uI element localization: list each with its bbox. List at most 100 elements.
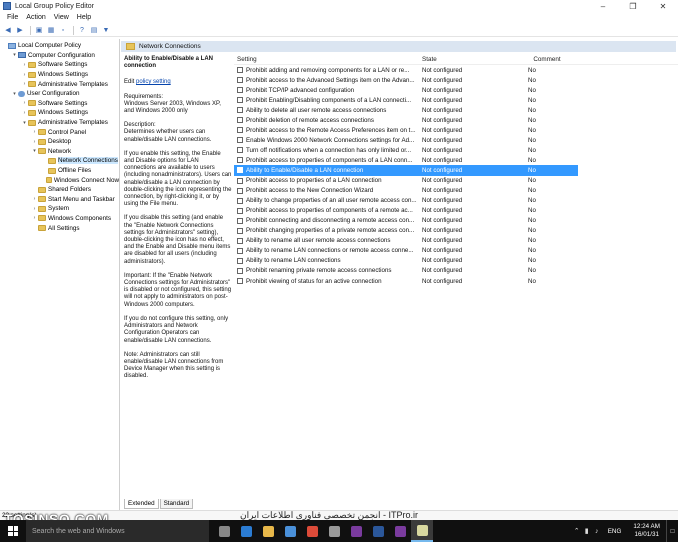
minimize-button[interactable]: –	[588, 0, 618, 12]
column-header-comment[interactable]: Comment	[512, 56, 572, 63]
onenote-icon[interactable]	[345, 520, 367, 542]
tree-item[interactable]: All Settings	[0, 223, 119, 233]
policy-row[interactable]: Turn off notifications when a connection…	[234, 145, 678, 155]
policy-row[interactable]: Prohibit access to properties of a LAN c…	[234, 176, 678, 186]
task-view-icon[interactable]	[213, 520, 235, 542]
policy-row[interactable]: Prohibit access to the Advanced Settings…	[234, 75, 678, 85]
forward-arrow-icon[interactable]: ▶	[15, 25, 25, 35]
expand-chevron-icon[interactable]: ▾	[11, 52, 18, 58]
policy-row[interactable]: Prohibit TCP/IP advanced configuration No…	[234, 85, 678, 95]
policy-row[interactable]: Prohibit renaming private remote access …	[234, 266, 678, 276]
tree-item[interactable]: › Windows Settings	[0, 108, 119, 118]
policy-row[interactable]: Prohibit access to the New Connection Wi…	[234, 186, 678, 196]
expand-chevron-icon[interactable]: ›	[31, 129, 38, 135]
view-tabs: Extended Standard	[124, 499, 194, 509]
up-folder-icon[interactable]: ▣	[34, 25, 44, 35]
tree-item[interactable]: › Desktop	[0, 137, 119, 147]
settings-icon[interactable]	[323, 520, 345, 542]
edit-policy-link[interactable]: policy setting	[136, 79, 171, 85]
column-header-state[interactable]: State	[420, 56, 512, 63]
tree-item[interactable]: › Software Settings	[0, 99, 119, 109]
close-button[interactable]: ✕	[648, 0, 678, 12]
tree-item[interactable]: › Windows Components	[0, 214, 119, 224]
edge-icon[interactable]	[235, 520, 257, 542]
tree-item[interactable]: Shared Folders	[0, 185, 119, 195]
tree-item[interactable]: › Control Panel	[0, 127, 119, 137]
expand-chevron-icon[interactable]: ›	[31, 139, 38, 145]
policy-row[interactable]: Prohibit viewing of status for an active…	[234, 276, 678, 286]
word-icon[interactable]	[367, 520, 389, 542]
export-list-icon[interactable]: ▫	[58, 25, 68, 35]
notifications-icon[interactable]: □	[666, 520, 678, 542]
expand-chevron-icon[interactable]: ›	[21, 110, 28, 116]
chevron-up-icon[interactable]: ⌃	[572, 527, 582, 535]
expand-chevron-icon[interactable]: ›	[21, 81, 28, 87]
tree-item[interactable]: Network Connections	[0, 156, 119, 166]
back-arrow-icon[interactable]: ◀	[3, 25, 13, 35]
tree-item[interactable]: ▾ User Configuration	[0, 89, 119, 99]
policy-row[interactable]: Prohibit access to the Remote Access Pre…	[234, 125, 678, 135]
folder-icon	[38, 186, 46, 193]
menu-view[interactable]: View	[50, 14, 73, 21]
start-button[interactable]	[0, 520, 26, 542]
policy-row[interactable]: Ability to rename all user remote access…	[234, 236, 678, 246]
onenote-icon-2[interactable]	[389, 520, 411, 542]
tree-item[interactable]: Local Computer Policy	[0, 41, 119, 51]
expand-chevron-icon[interactable]: ›	[31, 215, 38, 221]
column-header-setting[interactable]: Setting	[234, 56, 420, 63]
tree-item[interactable]: › Administrative Templates	[0, 79, 119, 89]
policy-row[interactable]: Enable Windows 2000 Network Connections …	[234, 135, 678, 145]
policy-row[interactable]: Ability to change properties of an all u…	[234, 196, 678, 206]
show-hide-tree-icon[interactable]: ▦	[46, 25, 56, 35]
expand-chevron-icon[interactable]: ›	[21, 62, 28, 68]
tab-extended[interactable]: Extended	[124, 499, 159, 509]
expand-chevron-icon[interactable]: ›	[21, 72, 28, 78]
maximize-button[interactable]: ❐	[618, 0, 648, 12]
expand-chevron-icon[interactable]: ›	[31, 196, 38, 202]
tab-standard[interactable]: Standard	[159, 499, 194, 509]
policy-row[interactable]: Prohibit changing properties of a privat…	[234, 226, 678, 236]
taskbar-search-box[interactable]: Search the web and Windows	[26, 520, 209, 542]
policy-row[interactable]: Prohibit access to properties of compone…	[234, 155, 678, 165]
policy-row[interactable]: Ability to rename LAN connections or rem…	[234, 246, 678, 256]
tree-item[interactable]: Windows Connect Now	[0, 175, 119, 185]
tree-item[interactable]: › Software Settings	[0, 60, 119, 70]
policy-row[interactable]: Prohibit deletion of remote access conne…	[234, 115, 678, 125]
properties-icon[interactable]: ▤	[89, 25, 99, 35]
menu-help[interactable]: Help	[73, 14, 95, 21]
volume-icon[interactable]: ♪	[592, 528, 602, 535]
onenote-icon-glyph	[350, 525, 362, 537]
tree-item[interactable]: › Windows Settings	[0, 70, 119, 80]
folder-icon	[38, 138, 46, 145]
expand-chevron-icon[interactable]: ›	[31, 206, 38, 212]
clock[interactable]: 12:24 AM 16/01/31	[627, 523, 666, 539]
language-indicator[interactable]: ENG	[602, 528, 628, 535]
policy-setting-icon	[237, 187, 243, 194]
expand-chevron-icon[interactable]: ▾	[31, 148, 38, 154]
policy-row[interactable]: Prohibit connecting and disconnecting a …	[234, 216, 678, 226]
tree-item[interactable]: ▾ Administrative Templates	[0, 118, 119, 128]
tree-item[interactable]: Offline Files	[0, 166, 119, 176]
network-icon[interactable]: ▮	[582, 527, 592, 535]
chrome-icon[interactable]	[301, 520, 323, 542]
policy-row[interactable]: Prohibit adding and removing components …	[234, 65, 678, 75]
policy-row[interactable]: Prohibit Enabling/Disabling components o…	[234, 95, 678, 105]
expand-chevron-icon[interactable]: ▾	[11, 91, 18, 97]
menu-action[interactable]: Action	[22, 14, 49, 21]
expand-chevron-icon[interactable]: ›	[21, 100, 28, 106]
gpedit-icon[interactable]	[411, 520, 433, 542]
tree-item[interactable]: ▾ Network	[0, 147, 119, 157]
policy-row[interactable]: Prohibit access to properties of compone…	[234, 206, 678, 216]
policy-row[interactable]: Ability to rename LAN connections Not con…	[234, 256, 678, 266]
help-icon[interactable]: ?	[77, 25, 87, 35]
expand-chevron-icon[interactable]: ▾	[21, 120, 28, 126]
tree-item[interactable]: ▾ Computer Configuration	[0, 51, 119, 61]
policy-row[interactable]: Ability to Enable/Disable a LAN connecti…	[234, 165, 578, 176]
store-icon[interactable]	[279, 520, 301, 542]
menu-file[interactable]: File	[3, 14, 22, 21]
tree-item[interactable]: › System	[0, 204, 119, 214]
file-explorer-icon[interactable]	[257, 520, 279, 542]
filter-icon[interactable]: ▼	[101, 25, 111, 35]
policy-row[interactable]: Ability to delete all user remote access…	[234, 105, 678, 115]
tree-item[interactable]: › Start Menu and Taskbar	[0, 195, 119, 205]
